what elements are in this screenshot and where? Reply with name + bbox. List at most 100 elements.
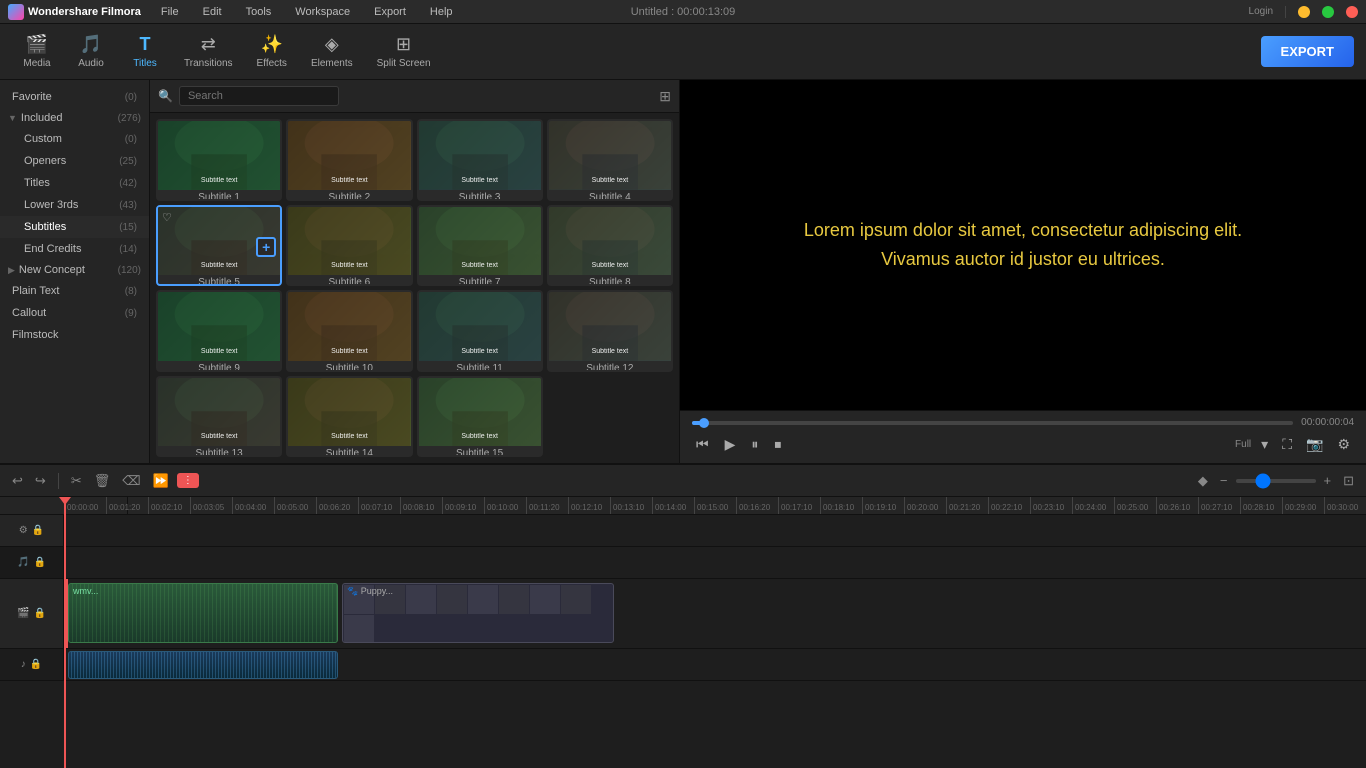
transitions-label: Transitions xyxy=(184,58,233,69)
timeline-zoom-slider[interactable] xyxy=(1236,479,1316,483)
tile-label-7: Subtitle 7 xyxy=(419,275,541,286)
track-content-main-video[interactable]: wmv... 🐾 Puppy... xyxy=(64,579,1366,648)
menu-export[interactable]: Export xyxy=(370,4,410,20)
menu-workspace[interactable]: Workspace xyxy=(291,4,354,20)
tile-label-4: Subtitle 4 xyxy=(549,190,671,201)
sidebar-item-callout[interactable]: Callout (9) xyxy=(0,302,149,324)
tile-subtitle-13[interactable]: Subtitle textSubtitle 13 xyxy=(156,376,282,458)
ruler-mark-5: 00:05:00 xyxy=(274,497,316,514)
menu-tools[interactable]: Tools xyxy=(242,4,276,20)
sidebar-item-custom[interactable]: Custom (0) xyxy=(0,128,149,150)
tile-subtitle-8[interactable]: Subtitle textSubtitle 8 xyxy=(547,205,673,287)
sidebar-item-included[interactable]: ▼ Included (276) xyxy=(0,108,149,128)
elements-label: Elements xyxy=(311,58,353,69)
tile-subtitle-5[interactable]: Subtitle text♡+Subtitle 5 xyxy=(156,205,282,287)
tile-subtitle-15[interactable]: Subtitle textSubtitle 15 xyxy=(417,376,543,458)
window-maximize-btn[interactable] xyxy=(1322,6,1334,18)
frame-8 xyxy=(561,585,591,614)
ruler-mark-4: 00:04:00 xyxy=(232,497,274,514)
tile-subtitle-2[interactable]: Subtitle textSubtitle 2 xyxy=(286,119,412,201)
tile-thumb-bg-5: Subtitle text♡+ xyxy=(158,207,280,276)
track-lock-icon[interactable]: 🔒 xyxy=(32,525,44,536)
tile-text-overlay-6: Subtitle text xyxy=(288,262,410,269)
tile-text-overlay-3: Subtitle text xyxy=(419,177,541,184)
grid-view-btn[interactable]: ⊞ xyxy=(659,88,671,105)
app-logo-icon xyxy=(8,4,24,20)
sidebar-item-new-concept[interactable]: ▶ New Concept (120) xyxy=(0,260,149,280)
sidebar-lower3rds-label: Lower 3rds xyxy=(24,199,78,211)
track-audio2-icon: ♪ xyxy=(21,659,26,670)
tile-subtitle-6[interactable]: Subtitle textSubtitle 6 xyxy=(286,205,412,287)
timeline-zoom-in-btn[interactable]: + xyxy=(1320,471,1336,490)
tile-subtitle-11[interactable]: Subtitle textSubtitle 11 xyxy=(417,290,543,372)
tile-subtitle-7[interactable]: Subtitle textSubtitle 7 xyxy=(417,205,543,287)
toolbar-media-btn[interactable]: 🎬 Media xyxy=(12,28,62,75)
tile-subtitle-3[interactable]: Subtitle textSubtitle 3 xyxy=(417,119,543,201)
tile-subtitle-4[interactable]: Subtitle textSubtitle 4 xyxy=(547,119,673,201)
track-video-lock-icon[interactable]: 🔒 xyxy=(34,608,46,619)
fullscreen-btn[interactable]: ⛶ xyxy=(1278,434,1296,455)
toolbar-audio-btn[interactable]: 🎵 Audio xyxy=(66,28,116,75)
menu-help[interactable]: Help xyxy=(426,4,457,20)
timeline-marker-btn[interactable]: ◆ xyxy=(1194,471,1212,491)
track-audio-lock-icon[interactable]: 🔒 xyxy=(34,557,46,568)
sidebar-item-filmstock[interactable]: Filmstock xyxy=(0,324,149,346)
track-row-main-video: 🎬 🔒 wmv... 🐾 Puppy... xyxy=(0,579,1366,649)
timeline-body: 00:00:0000:01:2000:02:1000:03:0500:04:00… xyxy=(0,497,1366,768)
track-content-audio[interactable] xyxy=(64,547,1366,578)
track-settings-icon[interactable]: ⚙ xyxy=(19,525,28,536)
toolbar-effects-btn[interactable]: ✨ Effects xyxy=(247,28,297,75)
timeline-fit-btn[interactable]: ⊡ xyxy=(1339,471,1358,491)
menu-edit[interactable]: Edit xyxy=(199,4,226,20)
toolbar-split-screen-btn[interactable]: ⊞ Split Screen xyxy=(367,28,441,75)
tile-heart-icon-5[interactable]: ♡ xyxy=(162,211,172,224)
snapshot-btn[interactable]: 📷 xyxy=(1302,434,1327,455)
timeline-ripple-btn[interactable]: ⌫ xyxy=(118,471,144,491)
main-video-clip[interactable]: wmv... xyxy=(68,583,338,643)
tile-subtitle-12[interactable]: Subtitle textSubtitle 12 xyxy=(547,290,673,372)
timeline-redo-btn[interactable]: ↪ xyxy=(31,471,50,491)
window-minimize-btn[interactable] xyxy=(1298,6,1310,18)
sidebar-item-lower3rds[interactable]: Lower 3rds (43) xyxy=(0,194,149,216)
track-content-empty[interactable] xyxy=(64,515,1366,546)
sidebar-filmstock-label: Filmstock xyxy=(12,329,58,341)
sidebar-item-titles[interactable]: Titles (42) xyxy=(0,172,149,194)
timeline-undo-btn[interactable]: ↩ xyxy=(8,471,27,491)
settings-btn[interactable]: ⚙ xyxy=(1333,434,1354,455)
ruler-mark-2: 00:02:10 xyxy=(148,497,190,514)
ruler-mark-13: 00:13:10 xyxy=(610,497,652,514)
toolbar-elements-btn[interactable]: ◈ Elements xyxy=(301,28,363,75)
zoom-dropdown-btn[interactable]: ▾ xyxy=(1257,434,1272,455)
tile-thumb-bg-6: Subtitle text xyxy=(288,207,410,276)
login-link[interactable]: Login xyxy=(1249,6,1273,17)
sidebar-item-subtitles[interactable]: Subtitles (15) xyxy=(0,216,149,238)
tile-subtitle-1[interactable]: Subtitle textSubtitle 1 xyxy=(156,119,282,201)
menu-file[interactable]: File xyxy=(157,4,183,20)
export-button[interactable]: EXPORT xyxy=(1261,36,1354,67)
tile-subtitle-9[interactable]: Subtitle textSubtitle 9 xyxy=(156,290,282,372)
pause-btn[interactable]: ⏸ xyxy=(747,434,762,455)
timeline-delete-btn[interactable]: 🗑 xyxy=(90,471,115,491)
toolbar-transitions-btn[interactable]: ⇄ Transitions xyxy=(174,28,243,75)
tile-add-btn-5[interactable]: + xyxy=(256,237,276,257)
timeline-cut-btn[interactable]: ✂ xyxy=(67,471,86,491)
sidebar-item-openers[interactable]: Openers (25) xyxy=(0,150,149,172)
tile-subtitle-10[interactable]: Subtitle textSubtitle 10 xyxy=(286,290,412,372)
window-close-btn[interactable] xyxy=(1346,6,1358,18)
timeline-split-btn[interactable]: ⋮ xyxy=(177,473,199,488)
puppy-video-clip[interactable]: 🐾 Puppy... xyxy=(342,583,614,643)
timeline-zoom-out-btn[interactable]: − xyxy=(1216,471,1232,490)
tile-subtitle-14[interactable]: Subtitle textSubtitle 14 xyxy=(286,376,412,458)
sidebar-item-favorite[interactable]: Favorite (0) xyxy=(0,86,149,108)
timeline-speed-btn[interactable]: ⏩ xyxy=(149,471,173,491)
go-start-btn[interactable]: ⏮ xyxy=(692,434,713,455)
play-btn[interactable]: ▶ xyxy=(721,434,740,455)
search-input[interactable] xyxy=(179,86,339,106)
sidebar-item-plain-text[interactable]: Plain Text (8) xyxy=(0,280,149,302)
track-audio2-lock-icon[interactable]: 🔒 xyxy=(30,659,42,670)
sidebar-item-end-credits[interactable]: End Credits (14) xyxy=(0,238,149,260)
track-content-audio2[interactable] xyxy=(64,649,1366,680)
toolbar-titles-btn[interactable]: T Titles xyxy=(120,28,170,75)
stop-btn[interactable]: ⏹ xyxy=(770,434,785,455)
progress-bar[interactable] xyxy=(692,421,1293,425)
